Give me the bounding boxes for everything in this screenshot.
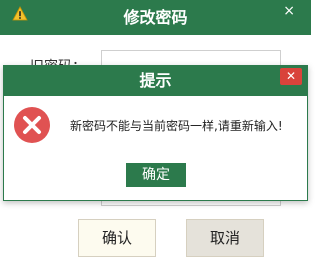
error-icon — [14, 107, 50, 143]
window-title: 修改密码 — [123, 8, 188, 27]
alert-dialog: 提示 ✕ 新密码不能与当前密码一样,请重新输入! 确定 — [3, 65, 308, 201]
alert-message: 新密码不能与当前密码一样,请重新输入! — [70, 119, 283, 133]
window-close-icon[interactable]: × — [283, 4, 295, 18]
close-icon[interactable]: ✕ — [280, 68, 302, 85]
alert-titlebar: 提示 ✕ — [4, 66, 307, 96]
confirm-button[interactable]: 确认 — [78, 219, 156, 257]
cancel-button[interactable]: 取消 — [186, 219, 264, 257]
ok-button[interactable]: 确定 — [126, 163, 186, 187]
window-titlebar: 修改密码 × — [0, 0, 311, 35]
alert-title: 提示 — [139, 71, 172, 90]
